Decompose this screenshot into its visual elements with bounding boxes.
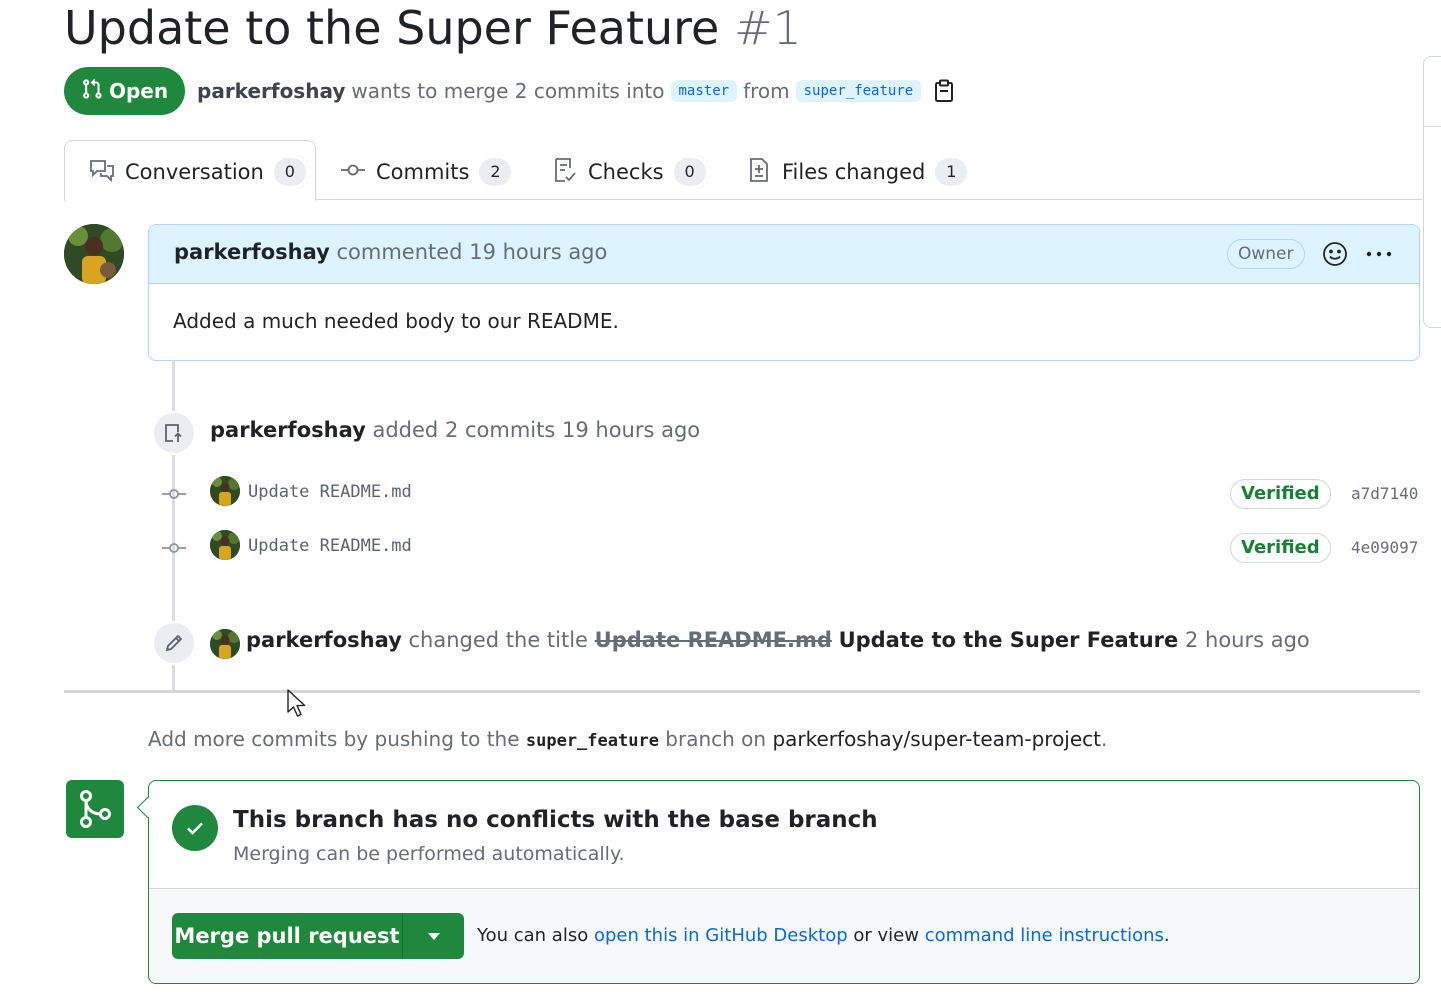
git-pull-request-icon — [81, 78, 103, 105]
tab-commits[interactable]: Commits 2 — [340, 150, 512, 194]
avatar[interactable] — [64, 224, 124, 284]
merge-help-text: You can also open this in GitHub Desktop… — [477, 925, 1170, 946]
tab-checks[interactable]: Checks 0 — [552, 150, 706, 194]
checklist-icon — [552, 157, 578, 188]
push-hint: Add more commits by pushing to the super… — [148, 727, 1107, 751]
comment-time[interactable]: 19 hours ago — [469, 240, 607, 264]
git-commit-icon — [340, 158, 366, 187]
merge-help-prefix: You can also — [477, 925, 589, 946]
copy-icon[interactable] — [933, 79, 955, 103]
commits-event-action: added 2 commits — [372, 418, 556, 442]
comment-discussion-icon — [89, 158, 115, 187]
pr-meta: parkerfoshay wants to merge 2 commits in… — [197, 72, 955, 110]
tab-commits-label: Commits — [376, 160, 470, 184]
pencil-icon — [152, 621, 196, 665]
merge-footer: Merge pull request You can also open thi… — [149, 888, 1419, 983]
rename-event-time[interactable]: 2 hours ago — [1185, 628, 1310, 652]
merge-status-title: This branch has no conflicts with the ba… — [233, 807, 878, 833]
rename-event-author[interactable]: parkerfoshay — [246, 628, 402, 652]
pr-state-badge: Open — [64, 67, 185, 115]
comment-action: commented — [336, 240, 463, 264]
tab-conversation[interactable]: Conversation 0 — [89, 150, 306, 194]
commit-message-link[interactable]: Update README.md — [248, 482, 412, 502]
check-icon — [172, 805, 218, 851]
merge-pull-request-button[interactable]: Merge pull request — [172, 913, 402, 959]
tab-files-changed-label: Files changed — [782, 160, 926, 184]
verified-badge[interactable]: Verified — [1230, 479, 1331, 509]
head-branch-tag[interactable]: super_feature — [795, 80, 922, 102]
comment-box: parkerfoshay commented 19 hours ago Owne… — [148, 224, 1420, 361]
avatar[interactable] — [210, 530, 240, 560]
commits-event-time[interactable]: 19 hours ago — [562, 418, 700, 442]
comment-header: parkerfoshay commented 19 hours ago Owne… — [149, 225, 1419, 284]
triangle-down-icon[interactable] — [403, 913, 464, 959]
repo-push-icon — [152, 411, 196, 455]
comment-body: Added a much needed body to our README. — [173, 309, 619, 333]
base-branch-tag[interactable]: master — [670, 80, 738, 102]
sidebar-edge-divider — [1424, 126, 1441, 127]
commit-sha-link[interactable]: 4e09097 — [1351, 538, 1418, 557]
tab-files-changed[interactable]: Files changed 1 — [746, 150, 968, 194]
open-in-desktop-link[interactable]: open this in GitHub Desktop — [594, 925, 848, 946]
avatar[interactable] — [210, 476, 240, 506]
merge-button-group: Merge pull request — [172, 913, 464, 959]
file-diff-icon — [746, 157, 772, 188]
pr-title: Update to the Super Feature #1 — [64, 0, 802, 58]
push-hint-middle: branch on — [665, 727, 767, 751]
git-merge-icon — [66, 780, 124, 838]
owner-badge: Owner — [1227, 239, 1305, 269]
verified-badge[interactable]: Verified — [1230, 533, 1331, 563]
old-title: Update README.md — [594, 628, 832, 652]
tab-conversation-label: Conversation — [125, 160, 264, 184]
tab-checks-count: 0 — [673, 158, 706, 186]
merge-help-middle: or view — [853, 925, 919, 946]
mouse-cursor-icon — [287, 689, 307, 723]
pr-number: #1 — [733, 1, 802, 55]
push-hint-suffix: . — [1101, 727, 1108, 751]
timeline-divider — [64, 690, 1420, 693]
comment-author-link[interactable]: parkerfoshay — [174, 240, 330, 264]
smiley-icon[interactable] — [1322, 241, 1348, 271]
tab-commits-count: 2 — [479, 158, 512, 186]
rename-event-action: changed the title — [408, 628, 588, 652]
comment-meta: parkerfoshay commented 19 hours ago — [174, 240, 607, 264]
commit-message-link[interactable]: Update README.md — [248, 536, 412, 556]
pr-from-text: from — [743, 79, 790, 103]
git-commit-icon — [162, 486, 186, 500]
merge-help-suffix: . — [1163, 925, 1170, 946]
pr-merge-text: wants to merge 2 commits into — [351, 79, 665, 103]
pr-title-text: Update to the Super Feature — [64, 1, 720, 55]
commits-event-text: parkerfoshay added 2 commits 19 hours ag… — [210, 418, 700, 442]
pr-state-label: Open — [108, 79, 169, 103]
kebab-horizontal-icon[interactable] — [1365, 245, 1393, 267]
rename-event-text: parkerfoshay changed the title Update RE… — [246, 628, 1310, 652]
commits-event-author[interactable]: parkerfoshay — [210, 418, 366, 442]
tab-checks-label: Checks — [588, 160, 664, 184]
push-hint-repo-link[interactable]: parkerfoshay/super-team-project — [772, 727, 1101, 751]
new-title: Update to the Super Feature — [838, 628, 1179, 652]
git-commit-icon — [162, 540, 186, 554]
commit-sha-link[interactable]: a7d7140 — [1351, 484, 1418, 503]
avatar[interactable] — [210, 629, 240, 659]
push-hint-branch: super_feature — [525, 731, 659, 751]
command-line-instructions-link[interactable]: command line instructions — [925, 925, 1164, 946]
tab-conversation-count: 0 — [273, 158, 306, 186]
merge-box: This branch has no conflicts with the ba… — [148, 780, 1420, 984]
sidebar-edge — [1423, 56, 1441, 328]
merge-status-subtitle: Merging can be performed automatically. — [233, 843, 625, 865]
push-hint-prefix: Add more commits by pushing to the — [148, 727, 520, 751]
tab-files-changed-count: 1 — [935, 158, 968, 186]
pr-author-link[interactable]: parkerfoshay — [197, 79, 345, 103]
